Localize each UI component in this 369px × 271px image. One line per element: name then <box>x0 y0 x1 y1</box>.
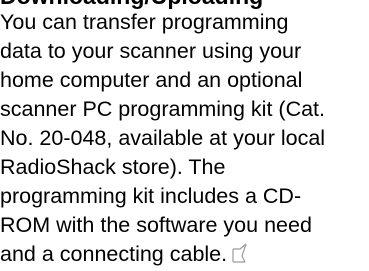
paragraph-line: home computer and an optional <box>0 68 303 92</box>
paragraph-line-text: and a connecting cable. <box>0 242 228 266</box>
paragraph-line: data to your scanner using your <box>0 39 302 63</box>
paragraph-line: ROM with the software you need <box>0 213 312 237</box>
paragraph-line: programming kit includes a CD- <box>0 184 302 208</box>
paragraph-line: RadioShack store). The <box>0 155 226 179</box>
body-paragraph: You can transfer programming data to you… <box>0 8 369 271</box>
paragraph-line: You can transfer programming <box>0 10 289 34</box>
paragraph-line-last: and a connecting cable. <box>0 240 369 271</box>
paragraph-line: scanner PC programming kit (Cat. <box>0 97 325 121</box>
paragraph-line: No. 20-048, available at your local <box>0 126 326 150</box>
